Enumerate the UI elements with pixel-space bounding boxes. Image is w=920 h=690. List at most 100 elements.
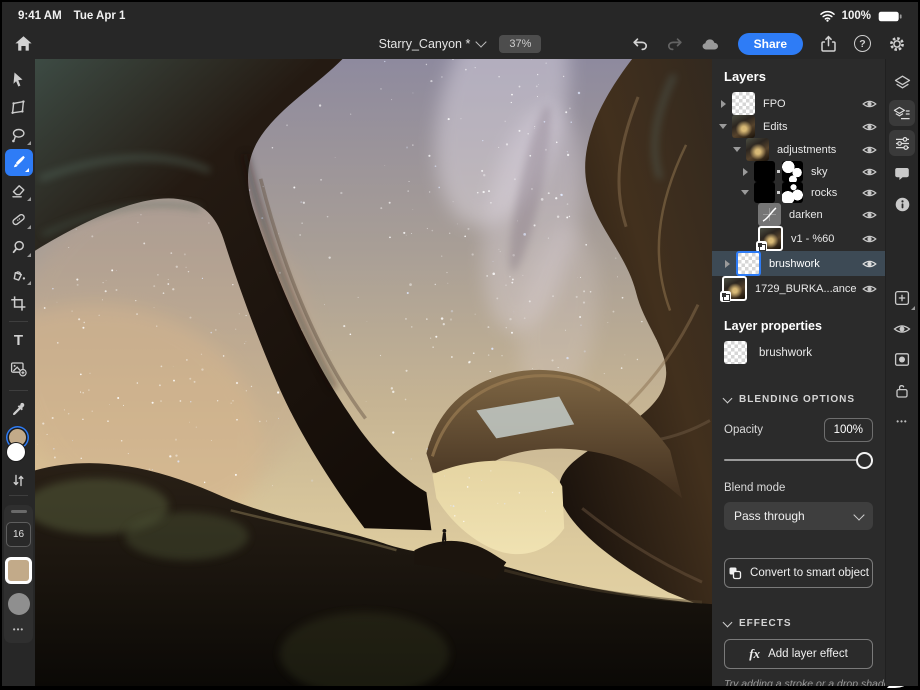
lock-layer-button[interactable] bbox=[886, 375, 918, 406]
share-button[interactable]: Share bbox=[738, 33, 803, 55]
home-button[interactable] bbox=[14, 35, 33, 52]
layer-row[interactable]: sky bbox=[712, 161, 885, 182]
visibility-eye-icon[interactable] bbox=[862, 233, 877, 245]
smart-object-thumbnail[interactable] bbox=[758, 226, 783, 251]
document-canvas[interactable] bbox=[35, 59, 712, 686]
blend-mode-label: Blend mode bbox=[724, 482, 873, 494]
collapse-icon[interactable] bbox=[741, 190, 749, 195]
brush-tool[interactable] bbox=[2, 149, 35, 177]
eyedropper-tool[interactable] bbox=[2, 395, 35, 423]
swap-colors-button[interactable] bbox=[2, 469, 35, 491]
fill-tool[interactable] bbox=[2, 261, 35, 289]
slider-knob[interactable] bbox=[856, 452, 873, 469]
collapse-icon[interactable] bbox=[733, 147, 741, 152]
layer-row[interactable]: v1 - %60 bbox=[712, 226, 885, 251]
visibility-eye-icon[interactable] bbox=[862, 166, 877, 178]
layer-row[interactable]: darken bbox=[712, 203, 885, 226]
eraser-tool[interactable] bbox=[2, 177, 35, 205]
app-toolbar: Starry_Canyon * 37% Share ? bbox=[2, 28, 918, 59]
adjustment-curves-thumbnail[interactable] bbox=[758, 203, 781, 226]
expand-icon[interactable] bbox=[743, 168, 748, 176]
magnifier-tool[interactable] bbox=[2, 233, 35, 261]
transform-tool[interactable] bbox=[2, 93, 35, 121]
layer-thumbnail[interactable] bbox=[754, 161, 775, 182]
layer-visibility-button[interactable] bbox=[886, 313, 918, 344]
collapse-icon[interactable] bbox=[719, 124, 727, 129]
visibility-eye-icon[interactable] bbox=[862, 283, 877, 295]
panel-drag-handle[interactable] bbox=[11, 510, 27, 513]
ipad-status-bar: 9:41 AM Tue Apr 1 100% bbox=[2, 2, 918, 28]
visibility-eye-icon[interactable] bbox=[862, 258, 877, 270]
cloud-sync-icon[interactable] bbox=[701, 36, 721, 51]
tool-divider bbox=[9, 390, 28, 391]
layer-thumbnail[interactable] bbox=[732, 92, 755, 115]
undo-button[interactable] bbox=[631, 36, 649, 52]
brush-color-swatch[interactable] bbox=[5, 557, 32, 584]
layers-panel-title: Layers bbox=[712, 59, 885, 92]
layers-compact-button[interactable] bbox=[886, 67, 918, 98]
blend-mode-dropdown[interactable]: Pass through bbox=[724, 502, 873, 530]
layer-row[interactable]: 1729_BURKA...anced-NR33 bbox=[712, 276, 885, 301]
add-layer-button[interactable] bbox=[886, 282, 918, 313]
layer-thumbnail[interactable] bbox=[746, 138, 769, 161]
layer-name: brushwork bbox=[769, 258, 856, 270]
effects-header[interactable]: EFFECTS bbox=[724, 618, 873, 629]
layer-mask-thumbnail[interactable] bbox=[782, 182, 803, 203]
layer-thumbnail[interactable] bbox=[732, 115, 755, 138]
settings-gear-icon[interactable] bbox=[888, 35, 906, 53]
zoom-level-badge[interactable]: 37% bbox=[499, 35, 541, 53]
layer-thumbnail[interactable] bbox=[736, 251, 761, 276]
layer-row-selected[interactable]: brushwork bbox=[712, 251, 885, 276]
layer-row[interactable]: rocks bbox=[712, 182, 885, 203]
comments-button[interactable] bbox=[886, 158, 918, 189]
redo-button[interactable] bbox=[666, 36, 684, 52]
more-options-button[interactable]: ••• bbox=[13, 625, 24, 634]
layer-properties-button[interactable] bbox=[889, 100, 915, 126]
smart-object-badge-icon bbox=[720, 291, 731, 302]
convert-smart-object-button[interactable]: Convert to smart object bbox=[724, 558, 873, 588]
add-layer-effect-button[interactable]: fx Add layer effect bbox=[724, 639, 873, 669]
place-image-tool[interactable] bbox=[2, 354, 35, 382]
tool-divider bbox=[9, 495, 28, 496]
crop-tool[interactable] bbox=[2, 289, 35, 317]
adjustments-button[interactable] bbox=[889, 130, 915, 156]
visibility-eye-icon[interactable] bbox=[862, 121, 877, 133]
background-color-swatch[interactable] bbox=[7, 443, 25, 461]
healing-brush-tool[interactable] bbox=[2, 205, 35, 233]
move-tool[interactable] bbox=[2, 65, 35, 93]
selected-layer-thumbnail[interactable] bbox=[724, 341, 747, 364]
brush-preview-circle[interactable] bbox=[8, 593, 30, 615]
opacity-value-field[interactable]: 100% bbox=[824, 418, 873, 442]
more-options-button[interactable]: ••• bbox=[886, 406, 918, 437]
layer-row[interactable]: adjustments bbox=[712, 138, 885, 161]
layer-name: Edits bbox=[763, 121, 856, 133]
chevron-down-icon bbox=[723, 618, 733, 628]
layer-row[interactable]: Edits bbox=[712, 115, 885, 138]
type-tool[interactable]: T bbox=[2, 326, 35, 354]
brush-size-field[interactable]: 16 bbox=[6, 522, 31, 547]
layer-name: adjustments bbox=[777, 144, 856, 156]
info-button[interactable] bbox=[886, 189, 918, 220]
visibility-eye-icon[interactable] bbox=[862, 187, 877, 199]
expand-icon[interactable] bbox=[725, 260, 730, 268]
layer-name: FPO bbox=[763, 98, 856, 110]
lasso-select-tool[interactable] bbox=[2, 121, 35, 149]
layer-mask-thumbnail[interactable] bbox=[782, 161, 803, 182]
visibility-eye-icon[interactable] bbox=[862, 98, 877, 110]
layer-row[interactable]: FPO bbox=[712, 92, 885, 115]
layer-thumbnail[interactable] bbox=[754, 182, 775, 203]
tool-rail: T 16 ••• bbox=[2, 59, 35, 686]
blending-options-header[interactable]: BLENDING OPTIONS bbox=[724, 394, 873, 405]
help-button[interactable]: ? bbox=[854, 35, 871, 52]
chevron-down-icon bbox=[476, 36, 487, 47]
color-swatches bbox=[6, 429, 32, 467]
opacity-slider[interactable] bbox=[724, 452, 873, 468]
layer-properties-title: Layer properties bbox=[712, 311, 885, 339]
expand-icon[interactable] bbox=[721, 100, 726, 108]
export-icon[interactable] bbox=[820, 35, 837, 53]
smart-object-thumbnail[interactable] bbox=[722, 276, 747, 301]
visibility-eye-icon[interactable] bbox=[862, 209, 877, 221]
document-title[interactable]: Starry_Canyon * bbox=[379, 37, 486, 51]
layer-mask-button[interactable] bbox=[886, 344, 918, 375]
visibility-eye-icon[interactable] bbox=[862, 144, 877, 156]
